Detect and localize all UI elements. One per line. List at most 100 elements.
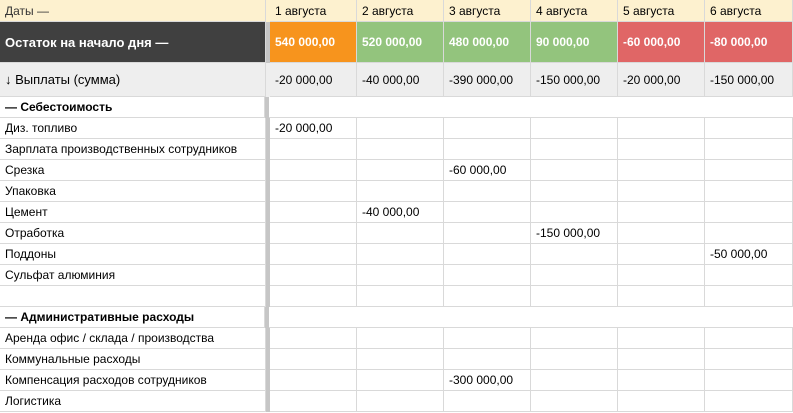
amount-cell[interactable]: [444, 349, 531, 370]
payment-sum-cell[interactable]: -40 000,00: [357, 63, 444, 97]
amount-cell[interactable]: -150 000,00: [531, 223, 618, 244]
amount-cell[interactable]: [618, 118, 705, 139]
amount-cell[interactable]: [357, 265, 444, 286]
amount-cell[interactable]: -300 000,00: [444, 370, 531, 391]
amount-cell[interactable]: [357, 328, 444, 349]
amount-cell[interactable]: [705, 202, 793, 223]
amount-cell[interactable]: [705, 391, 793, 412]
payment-sum-cell[interactable]: -150 000,00: [705, 63, 793, 97]
amount-cell[interactable]: [531, 139, 618, 160]
date-header-cell[interactable]: 6 августа: [705, 0, 793, 22]
amount-cell[interactable]: [705, 118, 793, 139]
amount-cell[interactable]: [444, 244, 531, 265]
expense-label-cell[interactable]: Зарплата производственных сотрудников: [0, 139, 266, 160]
opening-balance-label[interactable]: Остаток на начало дня —: [0, 22, 266, 63]
balance-cell[interactable]: 540 000,00: [270, 22, 357, 63]
amount-cell[interactable]: [357, 181, 444, 202]
expense-label-cell[interactable]: Поддоны: [0, 244, 266, 265]
section-title-admin[interactable]: — Административные расходы: [0, 307, 265, 328]
amount-cell[interactable]: [270, 349, 357, 370]
amount-cell[interactable]: [705, 286, 793, 307]
amount-cell[interactable]: [357, 349, 444, 370]
amount-cell[interactable]: [357, 160, 444, 181]
date-header-cell[interactable]: 4 августа: [531, 0, 618, 22]
amount-cell[interactable]: [444, 181, 531, 202]
date-header-cell[interactable]: 1 августа: [270, 0, 357, 22]
balance-cell[interactable]: -80 000,00: [705, 22, 793, 63]
amount-cell[interactable]: [531, 118, 618, 139]
amount-cell[interactable]: [444, 118, 531, 139]
amount-cell[interactable]: [705, 223, 793, 244]
balance-cell[interactable]: 90 000,00: [531, 22, 618, 63]
amount-cell[interactable]: [618, 139, 705, 160]
amount-cell[interactable]: [618, 160, 705, 181]
payment-sum-cell[interactable]: -20 000,00: [618, 63, 705, 97]
amount-cell[interactable]: -60 000,00: [444, 160, 531, 181]
amount-cell[interactable]: [357, 370, 444, 391]
balance-cell[interactable]: -60 000,00: [618, 22, 705, 63]
amount-cell[interactable]: [444, 202, 531, 223]
amount-cell[interactable]: [705, 349, 793, 370]
amount-cell[interactable]: [705, 370, 793, 391]
amount-cell[interactable]: [705, 328, 793, 349]
expense-label-cell[interactable]: Аренда офис / склада / производства: [0, 328, 266, 349]
section-title-cost[interactable]: — Себестоимость: [0, 97, 265, 118]
amount-cell[interactable]: [531, 349, 618, 370]
amount-cell[interactable]: [531, 391, 618, 412]
amount-cell[interactable]: [357, 286, 444, 307]
amount-cell[interactable]: [357, 139, 444, 160]
amount-cell[interactable]: [444, 328, 531, 349]
amount-cell[interactable]: [531, 328, 618, 349]
date-header-cell[interactable]: 2 августа: [357, 0, 444, 22]
payment-sum-cell[interactable]: -390 000,00: [444, 63, 531, 97]
section-blank-span[interactable]: [268, 307, 793, 328]
amount-cell[interactable]: [444, 139, 531, 160]
amount-cell[interactable]: [618, 244, 705, 265]
amount-cell[interactable]: [270, 202, 357, 223]
amount-cell[interactable]: [270, 160, 357, 181]
amount-cell[interactable]: [357, 244, 444, 265]
amount-cell[interactable]: [618, 328, 705, 349]
amount-cell[interactable]: [531, 370, 618, 391]
section-blank-span[interactable]: [268, 97, 793, 118]
amount-cell[interactable]: -20 000,00: [270, 118, 357, 139]
amount-cell[interactable]: [357, 391, 444, 412]
amount-cell[interactable]: [618, 370, 705, 391]
amount-cell[interactable]: [618, 349, 705, 370]
expense-label-cell[interactable]: Отработка: [0, 223, 266, 244]
header-label-cell[interactable]: Даты —: [0, 0, 266, 22]
expense-label-cell[interactable]: [0, 286, 266, 307]
amount-cell[interactable]: [531, 286, 618, 307]
amount-cell[interactable]: [531, 265, 618, 286]
amount-cell[interactable]: [270, 244, 357, 265]
balance-cell[interactable]: 520 000,00: [357, 22, 444, 63]
amount-cell[interactable]: [705, 139, 793, 160]
amount-cell[interactable]: [270, 265, 357, 286]
expense-label-cell[interactable]: Диз. топливо: [0, 118, 266, 139]
expense-label-cell[interactable]: Компенсация расходов сотрудников: [0, 370, 266, 391]
date-header-cell[interactable]: 3 августа: [444, 0, 531, 22]
amount-cell[interactable]: [531, 160, 618, 181]
expense-label-cell[interactable]: Коммунальные расходы: [0, 349, 266, 370]
amount-cell[interactable]: [618, 286, 705, 307]
amount-cell[interactable]: [444, 223, 531, 244]
payment-sum-cell[interactable]: -150 000,00: [531, 63, 618, 97]
payments-label[interactable]: ↓ Выплаты (сумма): [0, 63, 266, 97]
expense-label-cell[interactable]: Цемент: [0, 202, 266, 223]
amount-cell[interactable]: [705, 160, 793, 181]
amount-cell[interactable]: [270, 139, 357, 160]
amount-cell[interactable]: [270, 391, 357, 412]
amount-cell[interactable]: [531, 244, 618, 265]
amount-cell[interactable]: [531, 202, 618, 223]
amount-cell[interactable]: [618, 202, 705, 223]
amount-cell[interactable]: [705, 265, 793, 286]
expense-label-cell[interactable]: Логистика: [0, 391, 266, 412]
amount-cell[interactable]: [618, 223, 705, 244]
expense-label-cell[interactable]: Срезка: [0, 160, 266, 181]
amount-cell[interactable]: [618, 181, 705, 202]
amount-cell[interactable]: -50 000,00: [705, 244, 793, 265]
amount-cell[interactable]: [270, 223, 357, 244]
amount-cell[interactable]: [357, 223, 444, 244]
date-header-cell[interactable]: 5 августа: [618, 0, 705, 22]
amount-cell[interactable]: [444, 286, 531, 307]
